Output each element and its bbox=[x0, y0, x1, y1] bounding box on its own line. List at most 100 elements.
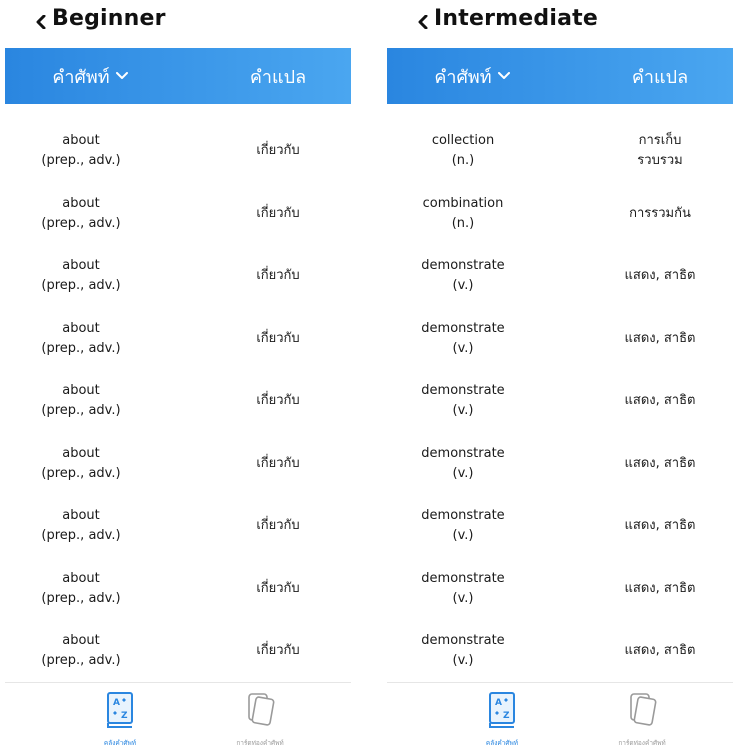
vocab-row[interactable]: about (prep., adv.) เกี่ยวกับ bbox=[5, 183, 351, 246]
bottom-nav: A Z คลังคำศัพท์ การ์ดท่องคำศัพท์ bbox=[5, 682, 351, 756]
intermediate-panel: Intermediate คำศัพท์ คำแปล collection (n.… bbox=[387, 0, 733, 756]
part-of-speech: (v.) bbox=[452, 465, 474, 481]
part-of-speech: (prep., adv.) bbox=[41, 153, 121, 169]
translation-column-label: คำแปล bbox=[587, 48, 733, 104]
vocab-row[interactable]: demonstrate (v.) แสดง, สาธิต bbox=[387, 495, 733, 558]
word-text: collection bbox=[431, 133, 495, 149]
svg-text:A: A bbox=[495, 698, 502, 708]
flashcards-icon bbox=[248, 693, 275, 726]
word-cell: demonstrate (v.) bbox=[387, 620, 539, 683]
vocab-row[interactable]: demonstrate (v.) แสดง, สาธิต bbox=[387, 245, 733, 308]
vocab-row[interactable]: demonstrate (v.) แสดง, สาธิต bbox=[387, 558, 733, 621]
bottom-nav: A Z คลังคำศัพท์ การ์ดท่องคำศัพท์ bbox=[387, 682, 733, 756]
vocab-row[interactable]: about (prep., adv.) เกี่ยวกับ bbox=[5, 245, 351, 308]
vocab-row[interactable]: about (prep., adv.) เกี่ยวกับ bbox=[5, 370, 351, 433]
part-of-speech: (v.) bbox=[452, 278, 474, 294]
translation-cell: แสดง, สาธิต bbox=[587, 245, 733, 308]
part-of-speech: (prep., adv.) bbox=[41, 340, 121, 356]
part-of-speech: (v.) bbox=[452, 340, 474, 356]
word-cell: collection (n.) bbox=[387, 120, 539, 183]
flashcards-icon bbox=[630, 693, 657, 726]
vocab-row[interactable]: about (prep., adv.) เกี่ยวกับ bbox=[5, 120, 351, 183]
word-cell: about (prep., adv.) bbox=[5, 370, 157, 433]
nav-vocabulary-library[interactable]: A Z คลังคำศัพท์ bbox=[65, 689, 175, 749]
translation-text: เกี่ยวกับ bbox=[256, 518, 300, 534]
translation-cell: เกี่ยวกับ bbox=[205, 433, 351, 496]
back-button[interactable] bbox=[409, 8, 437, 36]
page-title: Intermediate bbox=[434, 6, 598, 31]
translation-cell: การรวมกัน bbox=[587, 183, 733, 246]
translation-text: การรวมกัน bbox=[629, 205, 691, 221]
part-of-speech: (prep., adv.) bbox=[41, 278, 121, 294]
translation-column-text: คำแปล bbox=[249, 66, 307, 88]
back-button[interactable] bbox=[27, 8, 55, 36]
word-column-sort-dropdown[interactable]: คำศัพท์ bbox=[387, 48, 557, 104]
part-of-speech: (v.) bbox=[452, 653, 474, 669]
word-text: about bbox=[62, 445, 100, 461]
vocab-row[interactable]: about (prep., adv.) เกี่ยวกับ bbox=[5, 620, 351, 683]
vocab-row[interactable]: about (prep., adv.) เกี่ยวกับ bbox=[5, 308, 351, 371]
nav-label-flashcards: การ์ดท่องคำศัพท์ bbox=[618, 739, 666, 747]
vocab-row[interactable]: demonstrate (v.) แสดง, สาธิต bbox=[387, 433, 733, 496]
vocab-row[interactable]: demonstrate (v.) แสดง, สาธิต bbox=[387, 370, 733, 433]
vocab-row[interactable]: demonstrate (v.) แสดง, สาธิต bbox=[387, 620, 733, 683]
word-text: demonstrate bbox=[421, 570, 505, 586]
word-text: demonstrate bbox=[421, 383, 505, 399]
vocab-row[interactable]: combination (n.) การรวมกัน bbox=[387, 183, 733, 246]
vocab-row[interactable]: demonstrate (v.) แสดง, สาธิต bbox=[387, 308, 733, 371]
translation-text: เกี่ยวกับ bbox=[256, 330, 300, 346]
nav-flashcards[interactable]: การ์ดท่องคำศัพท์ bbox=[587, 689, 697, 749]
translation-text: แสดง, สาธิต bbox=[624, 580, 696, 596]
translation-text: เกี่ยวกับ bbox=[256, 643, 300, 659]
part-of-speech: (n.) bbox=[451, 153, 475, 169]
translation-column-text: คำแปล bbox=[631, 66, 689, 88]
translation-text: รวบรวม bbox=[637, 153, 683, 169]
translation-cell: การเก็บ รวบรวม bbox=[587, 120, 733, 183]
vocab-row[interactable]: about (prep., adv.) เกี่ยวกับ bbox=[5, 433, 351, 496]
part-of-speech: (n.) bbox=[451, 215, 475, 231]
vocab-row[interactable]: about (prep., adv.) เกี่ยวกับ bbox=[5, 558, 351, 621]
part-of-speech: (v.) bbox=[452, 528, 474, 544]
word-cell: about (prep., adv.) bbox=[5, 433, 157, 496]
translation-cell: เกี่ยวกับ bbox=[205, 308, 351, 371]
translation-cell: เกี่ยวกับ bbox=[205, 120, 351, 183]
vocab-row[interactable]: about (prep., adv.) เกี่ยวกับ bbox=[5, 495, 351, 558]
translation-cell: แสดง, สาธิต bbox=[587, 620, 733, 683]
translation-column-label: คำแปล bbox=[205, 48, 351, 104]
word-cell: combination (n.) bbox=[387, 183, 539, 246]
translation-cell: แสดง, สาธิต bbox=[587, 433, 733, 496]
word-column-sort-dropdown[interactable]: คำศัพท์ bbox=[5, 48, 175, 104]
nav-label-library: คลังคำศัพท์ bbox=[103, 739, 137, 747]
part-of-speech: (prep., adv.) bbox=[41, 590, 121, 606]
beginner-panel: Beginner คำศัพท์ คำแปล about (prep., adv.… bbox=[5, 0, 351, 756]
nav-flashcards[interactable]: การ์ดท่องคำศัพท์ bbox=[205, 689, 315, 749]
translation-cell: เกี่ยวกับ bbox=[205, 183, 351, 246]
nav-label-library: คลังคำศัพท์ bbox=[485, 739, 519, 747]
svg-text:Z: Z bbox=[503, 711, 510, 721]
vocab-book-icon: A Z bbox=[489, 692, 515, 728]
word-text: about bbox=[62, 258, 100, 274]
translation-cell: แสดง, สาธิต bbox=[587, 370, 733, 433]
part-of-speech: (prep., adv.) bbox=[41, 215, 121, 231]
nav-label-flashcards: การ์ดท่องคำศัพท์ bbox=[236, 739, 284, 747]
nav-vocabulary-library[interactable]: A Z คลังคำศัพท์ bbox=[447, 689, 557, 749]
translation-text: เกี่ยวกับ bbox=[256, 580, 300, 596]
word-text: about bbox=[62, 195, 100, 211]
word-cell: demonstrate (v.) bbox=[387, 308, 539, 371]
part-of-speech: (v.) bbox=[452, 403, 474, 419]
word-text: combination bbox=[422, 195, 504, 211]
word-text: about bbox=[62, 633, 100, 649]
translation-text: แสดง, สาธิต bbox=[624, 455, 696, 471]
part-of-speech: (v.) bbox=[452, 590, 474, 606]
word-cell: demonstrate (v.) bbox=[387, 245, 539, 308]
translation-text: แสดง, สาธิต bbox=[624, 268, 696, 284]
word-cell: demonstrate (v.) bbox=[387, 370, 539, 433]
vocab-row[interactable]: collection (n.) การเก็บ รวบรวม bbox=[387, 120, 733, 183]
translation-cell: เกี่ยวกับ bbox=[205, 558, 351, 621]
word-cell: about (prep., adv.) bbox=[5, 620, 157, 683]
vocab-book-icon: A Z bbox=[107, 692, 133, 728]
translation-text: เกี่ยวกับ bbox=[256, 143, 300, 159]
word-text: demonstrate bbox=[421, 633, 505, 649]
word-text: about bbox=[62, 570, 100, 586]
word-text: about bbox=[62, 133, 100, 149]
